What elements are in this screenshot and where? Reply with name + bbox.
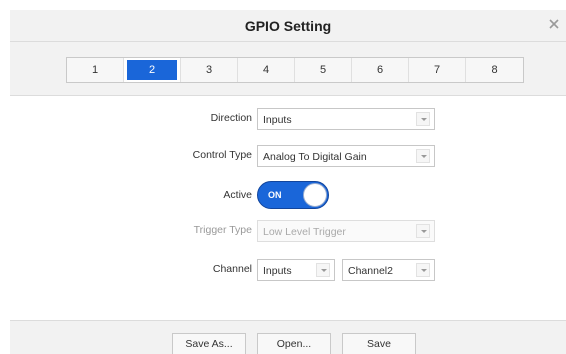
- save-as-button[interactable]: Save As...: [172, 333, 246, 354]
- tab-1[interactable]: 1: [67, 58, 124, 82]
- channel-source-select[interactable]: Inputs: [257, 259, 335, 281]
- chevron-down-icon: [416, 112, 430, 126]
- control-type-row: Control Type Analog To Digital Gain: [10, 145, 566, 167]
- active-label: Active: [223, 189, 252, 201]
- chevron-down-icon: [416, 263, 430, 277]
- channel-number-value: Channel2: [348, 265, 393, 277]
- tab-2[interactable]: 2: [124, 58, 181, 82]
- tab-2-label: 2: [127, 60, 177, 80]
- save-button[interactable]: Save: [342, 333, 416, 354]
- open-button[interactable]: Open...: [257, 333, 331, 354]
- active-row: Active ON: [10, 181, 566, 209]
- channel-tabs-area: 1 2 3 4 5 6 7 8: [10, 42, 566, 96]
- tab-5[interactable]: 5: [295, 58, 352, 82]
- control-type-select[interactable]: Analog To Digital Gain: [257, 145, 435, 167]
- toggle-state-text: ON: [268, 190, 282, 200]
- chevron-down-icon: [316, 263, 330, 277]
- direction-select[interactable]: Inputs: [257, 108, 435, 130]
- tab-7[interactable]: 7: [409, 58, 466, 82]
- channel-row: Channel Inputs Channel2: [10, 259, 566, 281]
- tab-4[interactable]: 4: [238, 58, 295, 82]
- channel-source-value: Inputs: [263, 265, 292, 277]
- control-type-label: Control Type: [192, 149, 252, 161]
- title-bar: GPIO Setting: [10, 10, 566, 42]
- trigger-type-value: Low Level Trigger: [263, 226, 346, 238]
- channel-label: Channel: [212, 263, 252, 275]
- direction-value: Inputs: [263, 114, 292, 126]
- channel-tabs: 1 2 3 4 5 6 7 8: [66, 57, 524, 83]
- trigger-type-select: Low Level Trigger: [257, 220, 435, 242]
- close-icon[interactable]: [546, 16, 562, 32]
- tab-8[interactable]: 8: [466, 58, 523, 82]
- direction-label: Direction: [210, 112, 252, 124]
- footer-bar: Save As... Open... Save: [10, 320, 566, 354]
- channel-number-select[interactable]: Channel2: [342, 259, 435, 281]
- toggle-knob: [303, 183, 327, 207]
- trigger-type-row: Trigger Type Low Level Trigger: [10, 220, 566, 242]
- gpio-setting-dialog: GPIO Setting 1 2 3 4 5 6 7 8 Direction I…: [0, 0, 566, 354]
- active-toggle[interactable]: ON: [257, 181, 329, 209]
- tab-6[interactable]: 6: [352, 58, 409, 82]
- gpio-form: Direction Inputs Control Type Analog To …: [10, 97, 566, 320]
- chevron-down-icon: [416, 149, 430, 163]
- dialog-title: GPIO Setting: [244, 18, 332, 34]
- tab-3[interactable]: 3: [181, 58, 238, 82]
- control-type-value: Analog To Digital Gain: [263, 151, 367, 163]
- direction-row: Direction Inputs: [10, 108, 566, 130]
- trigger-type-label: Trigger Type: [193, 224, 252, 236]
- chevron-down-icon: [416, 224, 430, 238]
